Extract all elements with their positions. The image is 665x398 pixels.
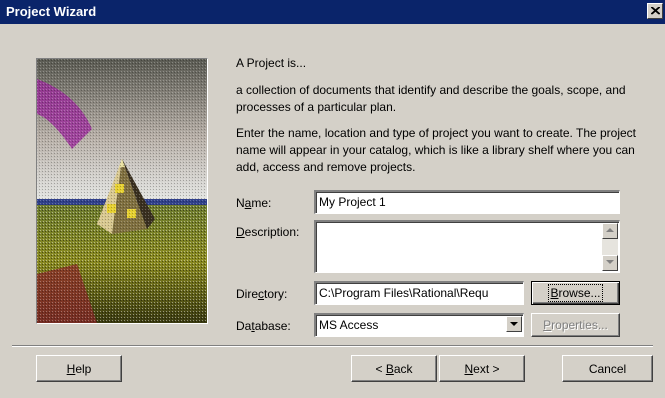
help-button[interactable]: Help [36,355,122,382]
database-dropdown-button[interactable] [506,316,522,332]
database-value: MS Access [319,318,379,332]
name-label: Name: [236,196,272,210]
database-label: Database: [236,319,291,333]
project-definition: a collection of documents that identify … [236,83,626,114]
next-button[interactable]: Next > [439,355,525,382]
directory-label: Directory: [236,287,288,301]
cancel-button[interactable]: Cancel [562,355,653,382]
directory-input[interactable]: C:\Program Files\Rational\Requ [314,281,524,305]
window-title: Project Wizard [6,4,97,19]
description-scrollbar[interactable] [602,223,618,271]
name-input[interactable]: My Project 1 [314,190,620,214]
chevron-down-icon [510,322,518,326]
wizard-picture [36,58,208,324]
close-x-icon [651,7,660,15]
project-wizard-dialog: Project Wizard A Project is... a collect… [0,0,665,398]
scroll-up-button[interactable] [602,223,618,239]
browse-button[interactable]: Browse... [531,281,620,305]
back-button[interactable]: < Back [351,355,437,382]
arrow-up-icon [606,228,614,232]
properties-button[interactable]: Properties... [531,313,620,337]
intro-heading: A Project is... [236,56,307,70]
close-button[interactable] [647,3,663,19]
description-textarea[interactable] [314,220,620,273]
instructions-text: Enter the name, location and type of pro… [236,126,637,174]
title-bar[interactable]: Project Wizard [0,0,665,24]
scroll-down-button[interactable] [602,255,618,271]
arrow-down-icon [606,260,614,264]
separator [12,345,653,347]
description-label: Description: [236,225,300,239]
database-select[interactable]: MS Access [314,313,524,337]
